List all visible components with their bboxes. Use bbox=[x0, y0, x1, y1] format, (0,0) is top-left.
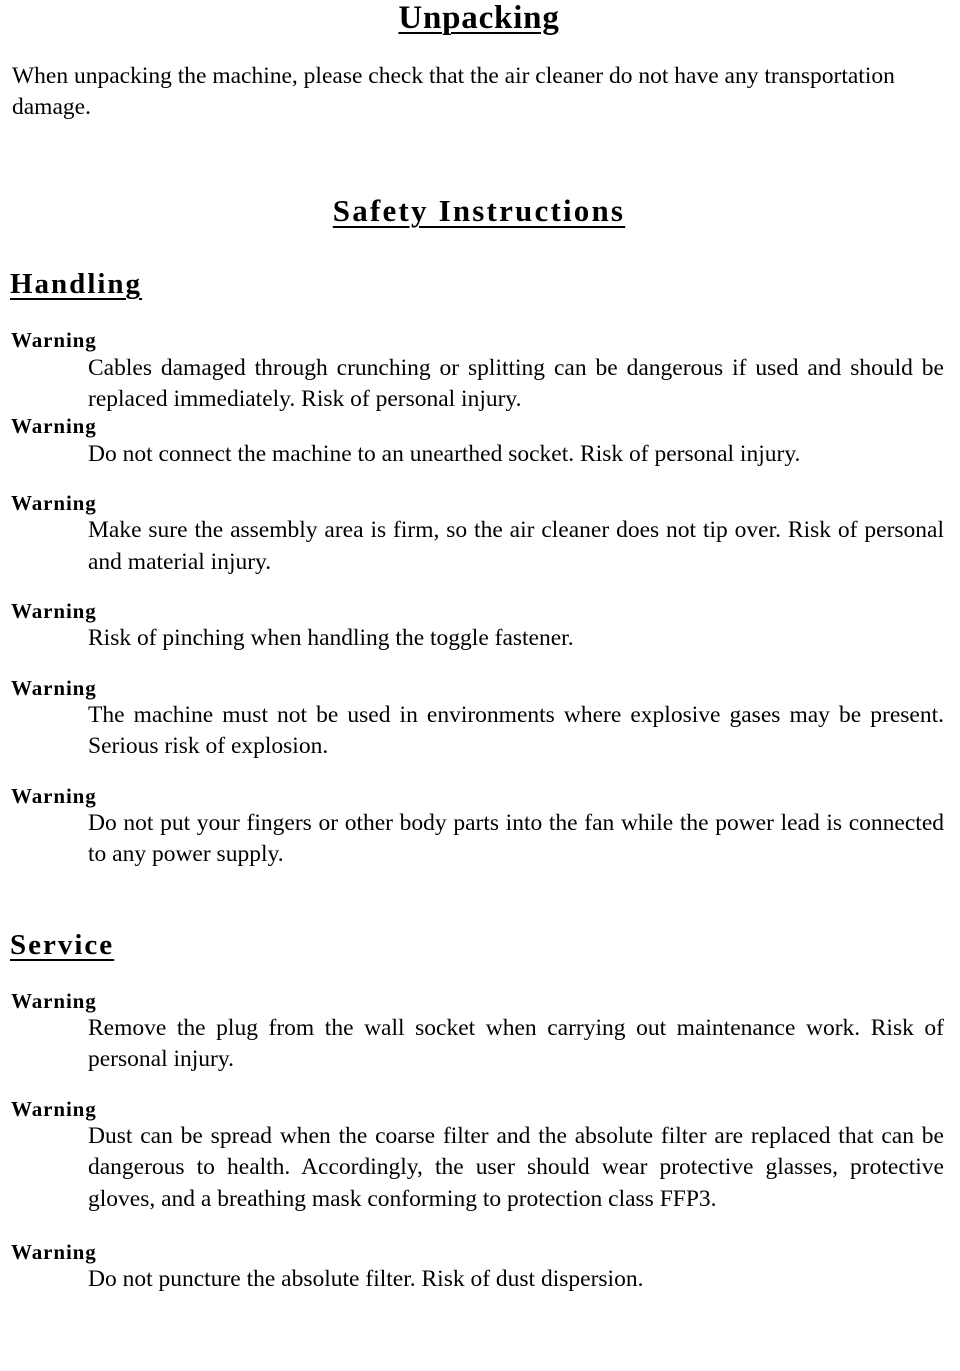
warning-block: Warning Dust can be spread when the coar… bbox=[10, 1096, 948, 1215]
warning-block: Warning Do not connect the machine to an… bbox=[10, 415, 948, 470]
warning-block: Warning Risk of pinching when handling t… bbox=[10, 598, 948, 655]
warning-text: Cables damaged through crunching or spli… bbox=[88, 354, 944, 412]
section-heading-service: Service bbox=[10, 928, 115, 961]
warning-label: Warning bbox=[11, 1239, 97, 1264]
warning-label: Warning bbox=[11, 414, 97, 439]
warning-label: Warning bbox=[11, 490, 97, 515]
warning-block: Warning Do not put your fingers or other… bbox=[10, 783, 948, 871]
section-heading-safety-instructions: Safety Instructions bbox=[332, 193, 626, 229]
warning-text: Do not put your fingers or other body pa… bbox=[88, 810, 944, 868]
warning-label: Warning bbox=[11, 783, 97, 808]
page-title-unpacking: Unpacking bbox=[398, 0, 560, 36]
warning-text: The machine must not be used in environm… bbox=[88, 702, 944, 760]
warning-label: Warning bbox=[11, 328, 97, 353]
warning-text: Dust can be spread when the coarse filte… bbox=[88, 1123, 944, 1212]
warning-block: Warning Cables damaged through crunching… bbox=[10, 329, 948, 415]
warning-label: Warning bbox=[11, 598, 97, 623]
warning-label: Warning bbox=[11, 1096, 97, 1121]
warning-block: Warning Do not puncture the absolute fil… bbox=[10, 1239, 948, 1296]
document-page: Unpacking When unpacking the machine, pl… bbox=[0, 0, 960, 1371]
section-heading-handling: Handling bbox=[10, 268, 143, 301]
warning-text: Risk of pinching when handling the toggl… bbox=[88, 625, 574, 652]
warning-block: Warning Remove the plug from the wall so… bbox=[10, 988, 948, 1076]
warning-label: Warning bbox=[11, 988, 97, 1013]
unpacking-body-text: When unpacking the machine, please check… bbox=[12, 63, 895, 121]
warning-block: Warning Make sure the assembly area is f… bbox=[10, 490, 948, 578]
warning-label: Warning bbox=[11, 675, 97, 700]
section-heading-handling-wrapper: Handling bbox=[10, 270, 948, 299]
section-heading-service-wrapper: Service bbox=[10, 928, 948, 961]
warning-text: Do not puncture the absolute filter. Ris… bbox=[88, 1266, 644, 1293]
warning-text: Remove the plug from the wall socket whe… bbox=[88, 1015, 944, 1073]
warning-text: Do not connect the machine to an unearth… bbox=[88, 440, 801, 467]
warning-text: Make sure the assembly area is firm, so … bbox=[88, 517, 944, 575]
warning-block: Warning The machine must not be used in … bbox=[10, 675, 948, 763]
